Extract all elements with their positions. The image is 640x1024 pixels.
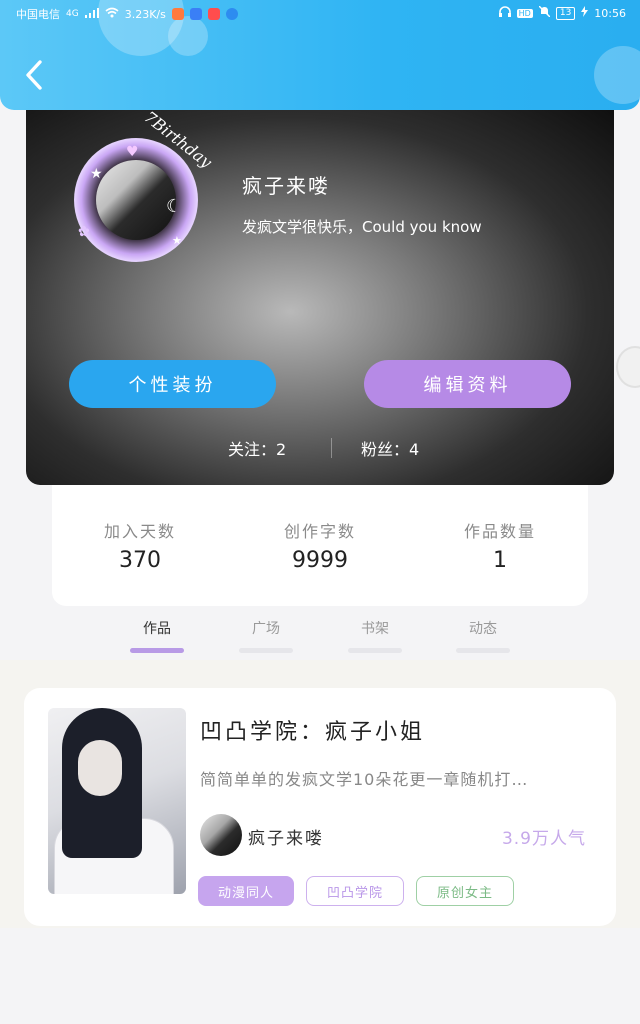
tab-square-indicator (239, 648, 293, 653)
work-title[interactable]: 凹凸学院：疯子小姐 (200, 714, 425, 746)
hd-icon: HD (516, 8, 533, 18)
carrier-text: 中国电信 (16, 8, 60, 21)
notification-app-icon (207, 8, 220, 20)
stat-value: 1 (493, 548, 507, 573)
tag-anime-fanfic[interactable]: 动漫同人 (198, 876, 294, 906)
butterfly-icon: ✿ (78, 224, 90, 240)
heart-icon: ♥ (126, 144, 139, 160)
star-icon: ★ (90, 166, 103, 182)
work-description: 简简单单的发疯文学10朵花更一章随机打… (200, 770, 529, 789)
stat-label: 创作字数 (283, 522, 356, 541)
fans-stat[interactable]: 粉丝：4 (361, 436, 419, 460)
stat-join-days: 加入天数 370 (70, 518, 210, 573)
status-right: HD 13 10:56 (498, 5, 626, 20)
author-avatar[interactable] (200, 814, 242, 856)
following-count: 2 (276, 440, 287, 459)
book-cover[interactable] (48, 708, 186, 894)
stat-works-count: 作品数量 1 (430, 518, 570, 573)
stat-value: 370 (119, 548, 161, 573)
mute-icon (538, 5, 551, 20)
edit-profile-button[interactable]: 编辑资料 (364, 360, 571, 408)
following-stat[interactable]: 关注：2 (228, 436, 286, 460)
fans-count: 4 (409, 440, 420, 459)
star-icon: ★ (172, 234, 182, 247)
wifi-icon (105, 7, 119, 21)
stat-word-count: 创作字数 9999 (250, 518, 390, 573)
cover-figure-face (78, 740, 122, 796)
tab-works-indicator (130, 648, 184, 653)
profile-tabs: 作品 广场 书架 动态 (0, 612, 640, 658)
avatar-image (96, 160, 176, 240)
divider (331, 438, 332, 458)
tab-activity-indicator (456, 648, 510, 653)
work-card[interactable]: 凹凸学院：疯子小姐 简简单单的发疯文学10朵花更一章随机打… 疯子来喽 3.9万… (24, 688, 616, 926)
follow-stats: 关注：2 粉丝：4 (26, 436, 614, 460)
top-header: 中国电信 4G 3.23K/s HD 13 10:56 (0, 0, 640, 110)
profile-card: ♥ ★ ★ ✿ ☾ 7Birthday 疯子来喽 发疯文学很快乐，Could y… (26, 100, 614, 485)
speed-text: 3.23K/s (124, 7, 166, 21)
notification-app-icon (189, 8, 202, 20)
tab-bookshelf-indicator (348, 648, 402, 653)
tab-bookshelf[interactable]: 书架 (345, 618, 405, 638)
stats-card: 加入天数 370 创作字数 9999 作品数量 1 (52, 480, 588, 606)
username: 疯子来喽 (242, 174, 330, 198)
floating-side-handle[interactable] (616, 346, 640, 388)
charging-icon (581, 6, 589, 20)
popularity-count: 3.9万人气 (501, 829, 586, 849)
tab-works[interactable]: 作品 (127, 618, 187, 638)
clock-text: 10:56 (594, 6, 626, 20)
notification-app-icon (171, 8, 184, 20)
following-label: 关注： (228, 440, 277, 459)
user-bio: 发疯文学很快乐，Could you know (242, 218, 482, 236)
decor-bubble-right (594, 46, 640, 104)
notification-app-icon (225, 8, 238, 20)
status-left: 中国电信 4G 3.23K/s (16, 6, 238, 22)
tab-square[interactable]: 广场 (236, 618, 296, 638)
signal-icon (84, 7, 99, 21)
stat-value: 9999 (292, 548, 348, 573)
chevron-left-icon (26, 60, 42, 90)
tag-aotu-academy[interactable]: 凹凸学院 (306, 876, 404, 906)
author-name[interactable]: 疯子来喽 (248, 824, 324, 849)
moon-icon: ☾ (166, 196, 183, 217)
battery-icon: 13 (555, 6, 576, 20)
network-text: 4G (66, 9, 79, 19)
avatar[interactable]: ♥ ★ ★ ✿ ☾ (74, 138, 198, 262)
stat-label: 作品数量 (463, 522, 536, 541)
status-bar: 中国电信 4G 3.23K/s HD 13 10:56 (0, 0, 640, 26)
back-button[interactable] (22, 58, 48, 92)
headphone-icon (498, 6, 511, 20)
stat-label: 加入天数 (103, 522, 176, 541)
fans-label: 粉丝： (361, 440, 410, 459)
tag-original-heroine[interactable]: 原创女主 (416, 876, 514, 906)
tab-activity[interactable]: 动态 (453, 618, 513, 638)
dress-up-button[interactable]: 个性装扮 (69, 360, 276, 408)
